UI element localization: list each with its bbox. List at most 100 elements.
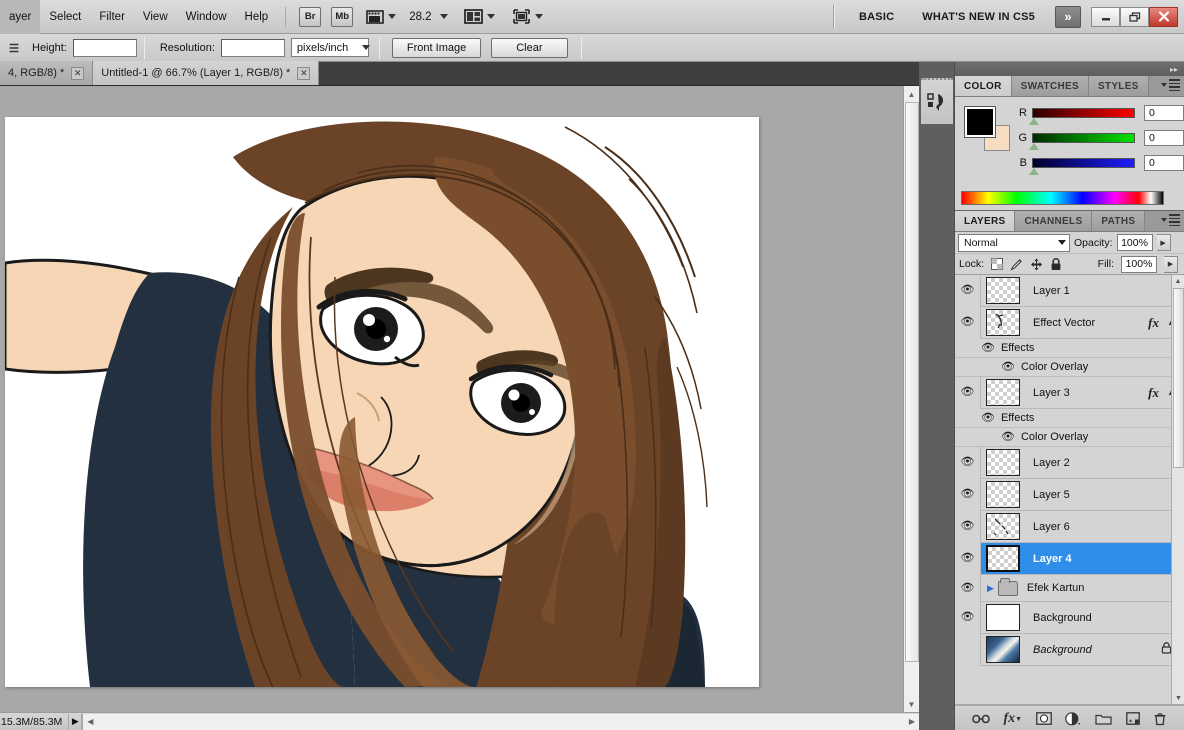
channel-b-slider[interactable] <box>1029 158 1135 175</box>
layer-name[interactable]: Layer 2 <box>1033 457 1070 469</box>
front-image-button[interactable]: Front Image <box>391 37 482 58</box>
channel-g-value[interactable]: 0 <box>1144 130 1184 146</box>
history-actions-panel-button[interactable] <box>921 78 953 124</box>
table-row[interactable]: 👁 ▶ Efek Kartun <box>955 574 1184 602</box>
lock-position-icon[interactable] <box>1030 258 1043 271</box>
tab-color[interactable]: COLOR <box>955 76 1012 96</box>
layer-thumbnail[interactable] <box>986 513 1020 540</box>
canvas-area[interactable]: ▲ ▼ <box>0 86 919 712</box>
eye-icon[interactable]: 👁 <box>1001 431 1015 443</box>
menu-help[interactable]: Help <box>236 0 278 34</box>
eye-icon[interactable]: 👁 <box>1001 361 1015 373</box>
resolution-input[interactable] <box>220 38 285 57</box>
view-extras-dropdown[interactable] <box>366 9 397 25</box>
layer-thumbnail[interactable] <box>986 604 1020 631</box>
tab-swatches[interactable]: SWATCHES <box>1011 76 1089 96</box>
layer-name[interactable]: Background <box>1033 644 1092 656</box>
scroll-down-arrow[interactable]: ▼ <box>1172 692 1184 704</box>
channel-g-thumb[interactable] <box>1029 143 1039 150</box>
layer-visibility-toggle[interactable]: 👁 <box>955 376 981 409</box>
layer-thumbnail[interactable] <box>986 449 1020 476</box>
scroll-up-arrow[interactable]: ▲ <box>1172 275 1184 288</box>
add-layer-style-icon[interactable]: fx ▼ <box>1003 711 1022 727</box>
menu-window[interactable]: Window <box>177 0 236 34</box>
layer-thumbnail[interactable] <box>986 636 1020 663</box>
fill-value[interactable]: 100% <box>1121 255 1157 273</box>
layer-name[interactable]: Effect Vector <box>1033 317 1095 329</box>
screen-mode-dropdown[interactable] <box>512 8 543 25</box>
add-layer-mask-icon[interactable] <box>1035 712 1052 725</box>
layer-name[interactable]: Layer 5 <box>1033 489 1070 501</box>
new-group-icon[interactable] <box>1095 712 1112 725</box>
channel-b-value[interactable]: 0 <box>1144 155 1184 171</box>
crop-tool-icon[interactable] <box>7 40 21 56</box>
opacity-value[interactable]: 100% <box>1116 234 1153 251</box>
dock-collapse-bar[interactable]: ◂◂ ▸▸ <box>919 62 1184 76</box>
clear-button[interactable]: Clear <box>491 37 568 58</box>
list-item[interactable]: 👁 Effects <box>955 409 1184 428</box>
layer-visibility-toggle[interactable]: 👁 <box>955 446 981 479</box>
layer-name[interactable]: Background <box>1033 612 1092 624</box>
arrange-documents-dropdown[interactable] <box>463 8 495 25</box>
layer-visibility-toggle[interactable]: 👁 <box>955 478 981 511</box>
tab-paths[interactable]: PATHS <box>1092 211 1146 231</box>
lock-transparency-icon[interactable] <box>991 258 1004 270</box>
lock-image-icon[interactable] <box>1010 258 1023 271</box>
scroll-up-arrow[interactable]: ▲ <box>903 86 919 102</box>
tab-close-icon[interactable]: ✕ <box>297 66 311 80</box>
layer-visibility-toggle[interactable]: 👁 <box>955 574 981 602</box>
layer-effects-icon[interactable]: fx <box>1148 315 1159 331</box>
lock-all-icon[interactable] <box>1050 257 1062 271</box>
eye-icon[interactable]: 👁 <box>981 342 995 354</box>
scroll-left-arrow[interactable]: ◀ <box>83 715 97 729</box>
layer-effects-icon[interactable]: fx <box>1148 385 1159 401</box>
document-tab-0[interactable]: 4, RGB/8) * ✕ <box>0 61 94 85</box>
menu-filter[interactable]: Filter <box>90 0 134 34</box>
layer-visibility-toggle[interactable]: 👁 <box>955 542 981 575</box>
workspace-basic-button[interactable]: BASIC <box>845 11 908 23</box>
menu-layer[interactable]: ayer <box>0 0 41 34</box>
height-input[interactable] <box>72 38 137 57</box>
delete-layer-icon[interactable] <box>1153 712 1167 726</box>
channel-r-value[interactable]: 0 <box>1144 105 1184 121</box>
tab-close-icon[interactable]: ✕ <box>71 66 85 80</box>
close-button[interactable] <box>1149 6 1178 27</box>
color-panel-menu-button[interactable] <box>1161 79 1180 91</box>
channel-r-slider[interactable] <box>1029 108 1135 125</box>
workspace-whats-new-button[interactable]: WHAT'S NEW IN CS5 <box>908 11 1049 23</box>
canvas-horizontal-scrollbar[interactable]: ◀ ▶ <box>82 713 919 730</box>
layer-visibility-toggle[interactable]: 👁 <box>955 275 981 307</box>
layer-thumbnail[interactable] <box>986 277 1020 304</box>
tab-channels[interactable]: CHANNELS <box>1015 211 1093 231</box>
layer-visibility-toggle[interactable]: 👁 <box>955 601 981 634</box>
layer-list[interactable]: 👁 Layer 1 👁 Effect Vector fx 👁 Effects 👁… <box>955 275 1184 705</box>
channel-g-slider[interactable] <box>1029 133 1135 150</box>
menu-view[interactable]: View <box>134 0 177 34</box>
foreground-color-swatch[interactable] <box>964 106 996 138</box>
layer-list-scrollbar[interactable]: ▲ ▼ <box>1171 275 1184 704</box>
link-layers-icon[interactable] <box>972 713 990 725</box>
canvas-vertical-scrollbar[interactable]: ▲ ▼ <box>903 86 919 712</box>
bridge-button[interactable]: Br <box>299 6 322 27</box>
channel-b-thumb[interactable] <box>1029 168 1039 175</box>
layer-name[interactable]: Layer 3 <box>1033 387 1070 399</box>
minimize-button[interactable] <box>1091 6 1120 27</box>
table-row[interactable]: 👁 Effect Vector fx ▲ <box>955 306 1184 339</box>
table-row[interactable]: 👁 Background <box>955 601 1184 634</box>
document-tab-1[interactable]: Untitled-1 @ 66.7% (Layer 1, RGB/8) * ✕ <box>93 61 320 85</box>
layer-thumbnail[interactable] <box>986 481 1020 508</box>
layer-scroll-thumb[interactable] <box>1173 288 1184 468</box>
layer-name[interactable]: Layer 4 <box>1033 553 1072 565</box>
list-item[interactable]: 👁 Effects <box>955 339 1184 358</box>
menu-select[interactable]: Select <box>40 0 90 34</box>
color-spectrum-ramp[interactable] <box>961 191 1164 205</box>
group-name[interactable]: Efek Kartun <box>1027 582 1084 594</box>
table-row[interactable]: 👁 Layer 4 <box>955 542 1184 575</box>
layer-name[interactable]: Layer 1 <box>1033 285 1070 297</box>
status-expand-button[interactable]: ▶ <box>68 713 83 730</box>
restore-button[interactable] <box>1120 6 1149 27</box>
fill-stepper[interactable]: ▶ <box>1164 255 1178 273</box>
layer-visibility-toggle[interactable]: 👁 <box>955 633 981 666</box>
group-expand-icon[interactable]: ▶ <box>987 583 994 594</box>
layer-visibility-toggle[interactable]: 👁 <box>955 306 981 339</box>
